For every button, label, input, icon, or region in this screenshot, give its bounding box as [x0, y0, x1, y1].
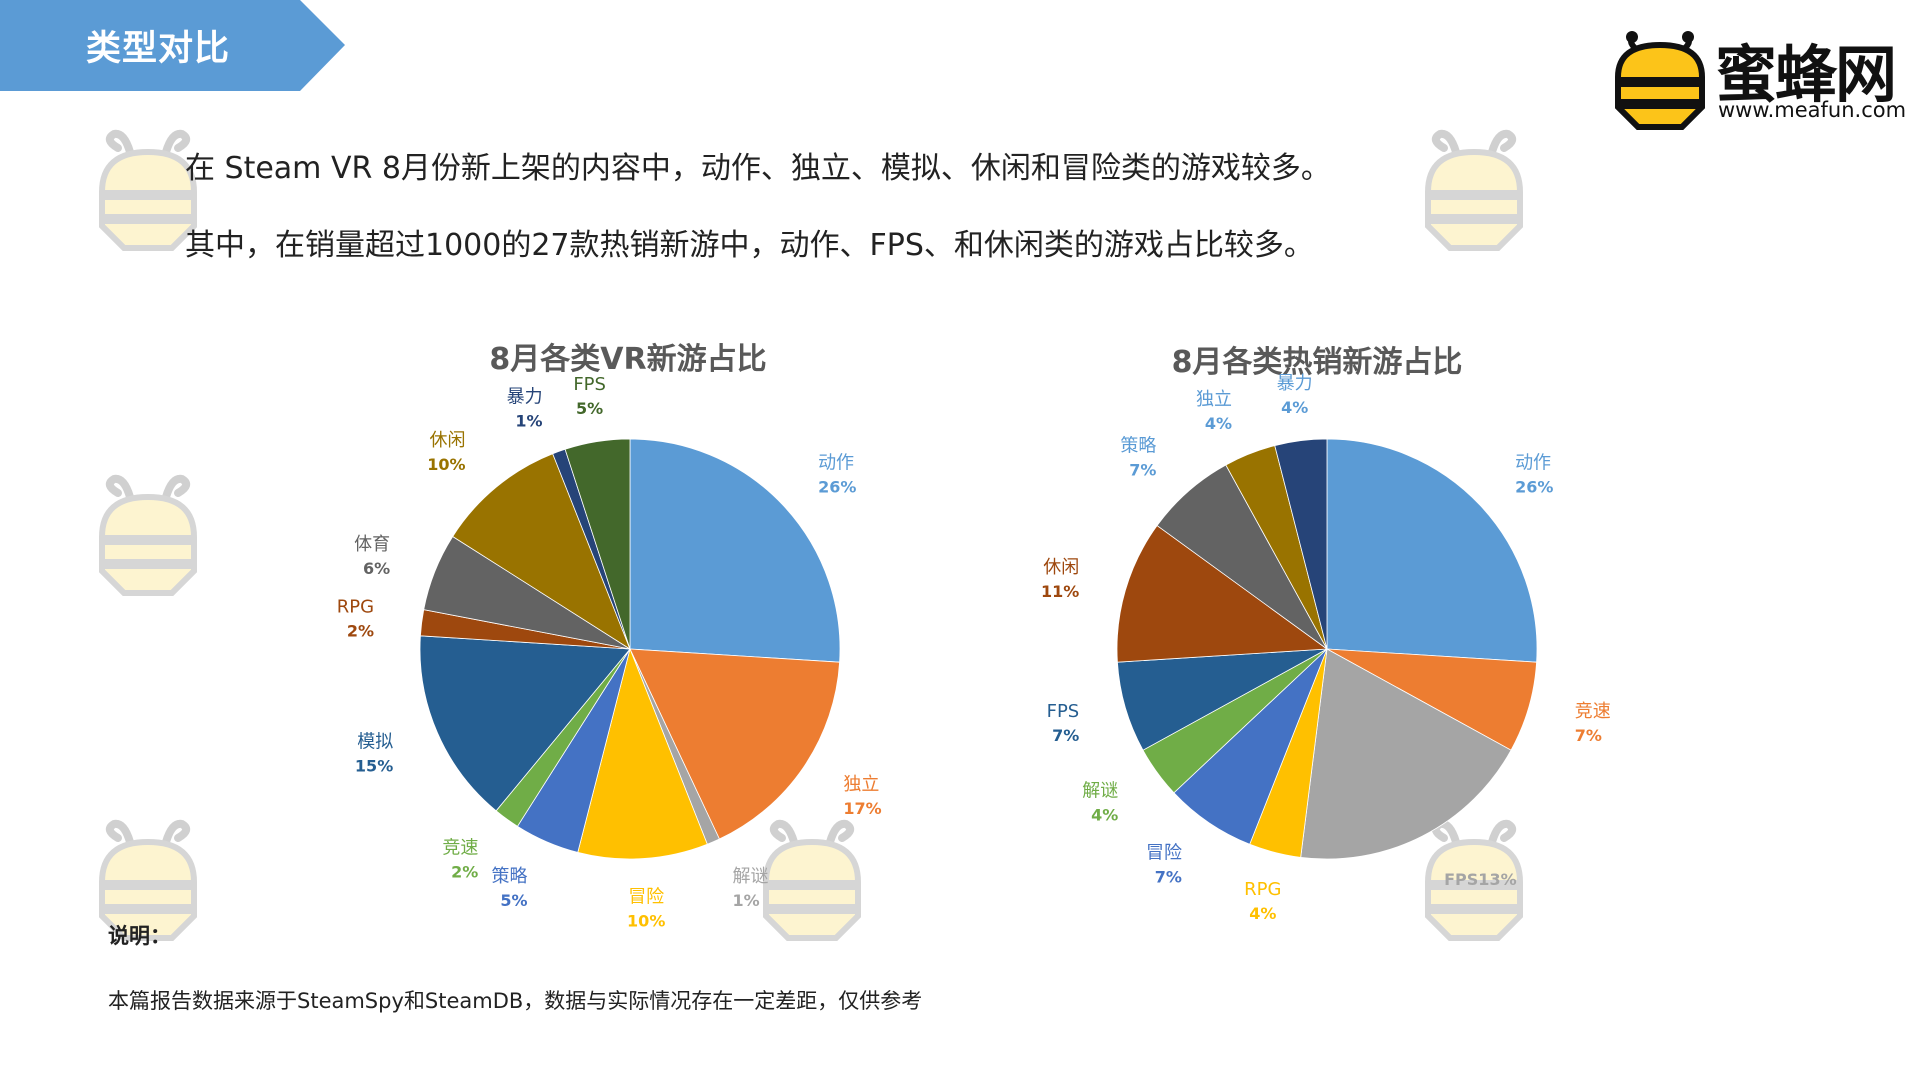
data-label: 动作 26%: [818, 452, 856, 496]
slice-name: RPG: [337, 597, 374, 618]
slice-percent: 7%: [1575, 726, 1602, 745]
data-label: 策略 5%: [492, 866, 528, 910]
data-label: 独立 4%: [1196, 389, 1232, 433]
data-label: FPS13%: [1444, 870, 1516, 889]
notes-label: 说明：: [108, 924, 171, 948]
data-label: FPS 5%: [573, 374, 606, 418]
slice-percent: 2%: [451, 863, 478, 882]
slice-percent: 5%: [500, 891, 527, 910]
data-label: 冒险 7%: [1146, 842, 1182, 886]
data-label: 体育 6%: [354, 534, 390, 578]
notes-text: 本篇报告数据来源于SteamSpy和SteamDB，数据与实际情况存在一定差距，…: [108, 989, 923, 1013]
data-label: 解谜 4%: [1082, 781, 1118, 825]
slice-percent: 2%: [347, 622, 374, 641]
slice-percent: 10%: [427, 455, 465, 474]
slice-percent: 17%: [843, 799, 881, 818]
slice-name: 竞速: [1575, 701, 1611, 722]
slice-name: 模拟: [357, 731, 393, 752]
slice-percent: 11%: [1041, 582, 1079, 601]
data-label: 策略 7%: [1120, 435, 1156, 479]
slice-percent: 7%: [1052, 726, 1079, 745]
data-label: 暴力 1%: [507, 386, 543, 430]
slice-percent: 6%: [363, 559, 390, 578]
slice-name: 冒险: [628, 886, 664, 907]
slice-name: 动作: [818, 452, 854, 473]
slice-percent: FPS13%: [1444, 870, 1516, 889]
slice-name: 策略: [492, 866, 528, 887]
slice-percent: 26%: [1515, 477, 1553, 496]
slice-name: 体育: [354, 534, 390, 555]
slice-name: 策略: [1120, 435, 1156, 456]
data-label: 竞速 2%: [442, 838, 478, 882]
slice-name: 解谜: [732, 866, 768, 887]
slice-name: 竞速: [442, 838, 478, 859]
slice-name: 暴力: [507, 386, 543, 407]
slice-percent: 1%: [732, 891, 759, 910]
data-label: RPG 2%: [337, 597, 374, 641]
slice-name: 休闲: [1043, 557, 1079, 578]
slice-name: FPS: [1047, 701, 1080, 722]
slice-name: 解谜: [1082, 781, 1118, 802]
data-label: 独立 17%: [843, 774, 881, 818]
slice-percent: 4%: [1091, 806, 1118, 825]
data-label: 竞速 7%: [1575, 701, 1611, 745]
slice-percent: 7%: [1129, 460, 1156, 479]
slice-name: RPG: [1244, 879, 1281, 900]
slice-percent: 7%: [1155, 867, 1182, 886]
slice-percent: 10%: [627, 911, 665, 930]
slice-name: 休闲: [430, 430, 466, 451]
data-label: 休闲 11%: [1041, 557, 1079, 601]
data-label: RPG 4%: [1244, 879, 1281, 923]
slice-percent: 1%: [515, 411, 542, 430]
slice-name: 动作: [1515, 452, 1551, 473]
slice-percent: 4%: [1249, 904, 1276, 923]
slice-name: 独立: [1196, 389, 1232, 410]
pie-slice: [1326, 438, 1538, 663]
data-label: 模拟 15%: [355, 731, 393, 775]
slice-percent: 4%: [1205, 414, 1232, 433]
slice-percent: 5%: [576, 399, 603, 418]
data-label: 冒险 10%: [627, 886, 665, 930]
pie-charts: 动作 26% 独立 17% 解谜 1% 冒险 10% 策略 5% 竞速 2% 模拟 15% RPG 2% 体育 6…: [337, 373, 1611, 930]
data-label: 暴力 4%: [1277, 373, 1313, 417]
slice-name: 暴力: [1277, 373, 1313, 394]
slice-name: 独立: [843, 774, 879, 795]
slice-percent: 4%: [1281, 398, 1308, 417]
data-label: 动作 26%: [1515, 452, 1553, 496]
slice-percent: 26%: [818, 477, 856, 496]
pie-slice: [629, 438, 841, 663]
slice-percent: 15%: [355, 756, 393, 775]
slice-name: 冒险: [1146, 842, 1182, 863]
data-label: FPS 7%: [1047, 701, 1080, 745]
data-label: 休闲 10%: [427, 430, 465, 474]
data-label: 解谜 1%: [732, 866, 768, 910]
slice-name: FPS: [573, 374, 606, 395]
